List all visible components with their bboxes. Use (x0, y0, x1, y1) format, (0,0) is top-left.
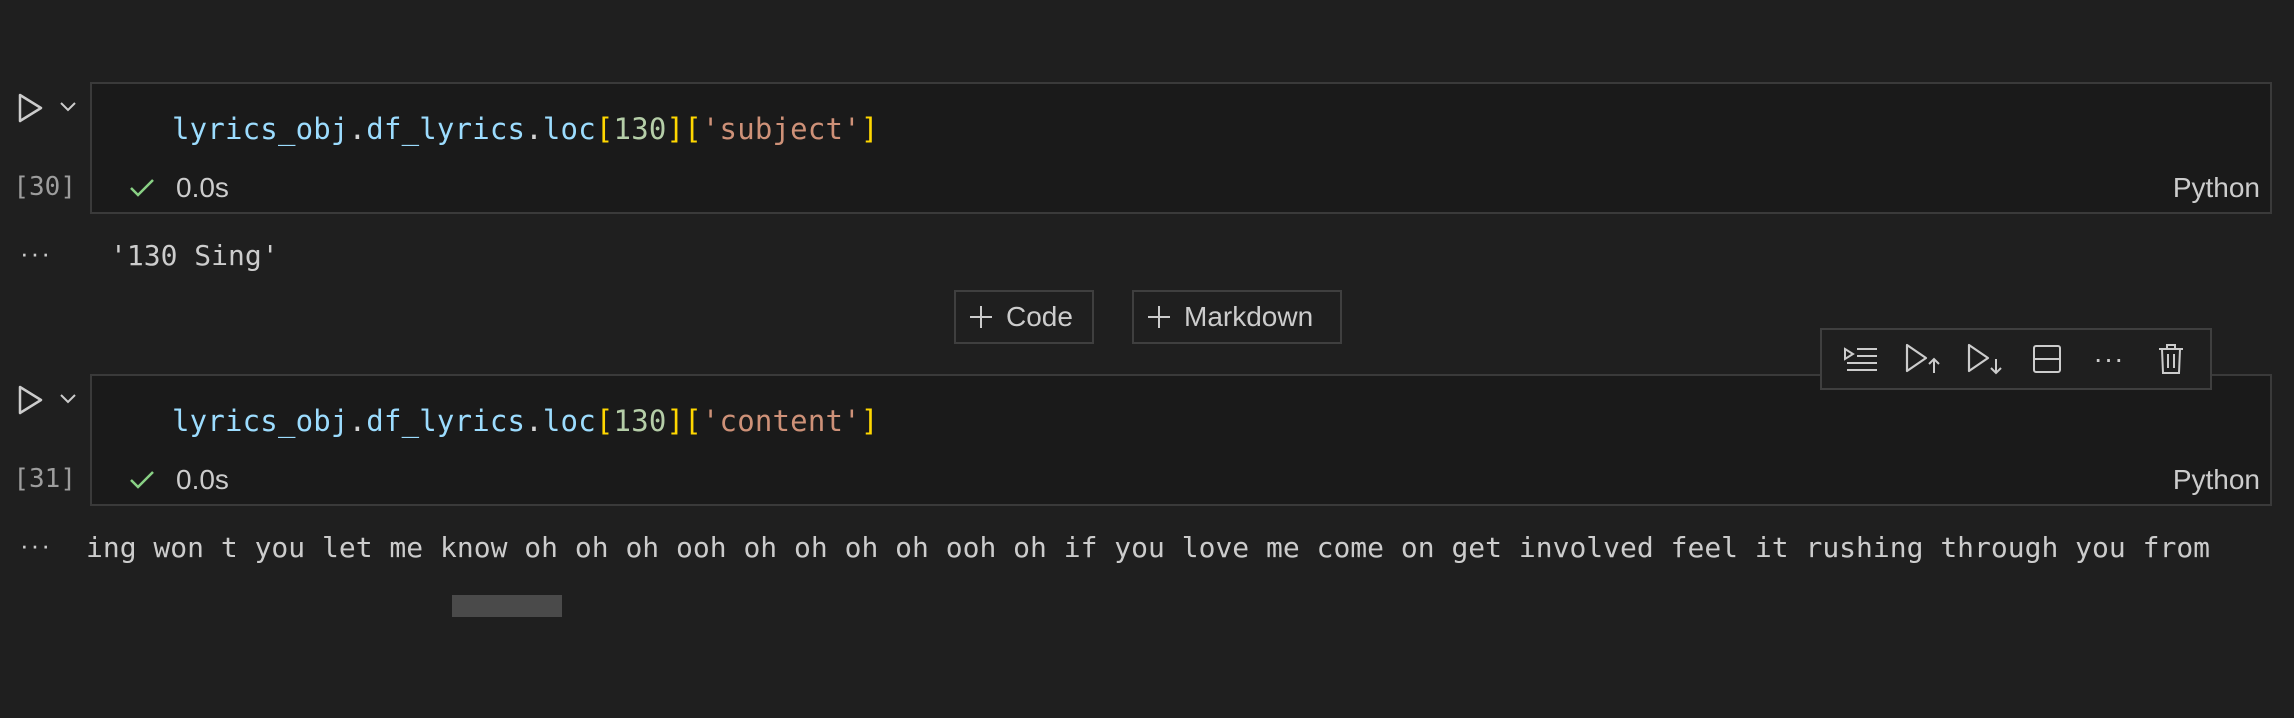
execution-status: 0.0s (128, 464, 229, 496)
language-label[interactable]: Python (2173, 172, 2260, 204)
add-code-label: Code (1006, 301, 1073, 332)
execution-duration: 0.0s (176, 464, 229, 495)
notebook-editor: [30] lyrics_obj.df_lyrics.loc[130]['subj… (0, 0, 2294, 718)
run-options-chevron[interactable] (56, 387, 80, 411)
code-token: loc (542, 404, 596, 438)
execution-status: 0.0s (128, 172, 229, 204)
code-token: lyrics_obj (172, 112, 349, 146)
output-menu-ellipsis[interactable]: ··· (20, 238, 52, 269)
code-token: df_lyrics (366, 404, 526, 438)
code-token: . (525, 112, 543, 146)
plus-icon (1148, 306, 1170, 328)
execution-count: [31] (13, 464, 76, 494)
cell-output: ing won t you let me know oh oh oh ooh o… (86, 531, 2211, 564)
output-horizontal-scrollbar[interactable] (452, 595, 562, 617)
code-token: [ (595, 404, 614, 438)
language-label[interactable]: Python (2173, 464, 2260, 496)
code-token: loc (542, 112, 596, 146)
code-token: . (525, 404, 543, 438)
code-cell[interactable]: lyrics_obj.df_lyrics.loc[130]['subject']… (90, 82, 2272, 214)
code-token: ] (860, 112, 879, 146)
add-code-cell-button[interactable]: Code (954, 290, 1094, 344)
code-token: [ (684, 404, 702, 438)
split-cell-icon (2033, 345, 2061, 373)
split-cell-button[interactable] (2025, 337, 2069, 381)
code-editor[interactable]: lyrics_obj.df_lyrics.loc[130]['content'] (172, 404, 878, 438)
add-markdown-label: Markdown (1184, 301, 1314, 332)
chevron-down-icon (60, 394, 76, 404)
execution-duration: 0.0s (176, 172, 229, 203)
code-cell[interactable]: lyrics_obj.df_lyrics.loc[130]['content']… (90, 374, 2272, 506)
play-icon (18, 385, 43, 415)
code-token: [ (595, 112, 614, 146)
code-token: . (348, 404, 367, 438)
code-token: 130 (613, 404, 667, 438)
more-actions-button[interactable]: ··· (2087, 337, 2131, 381)
execution-count: [30] (13, 172, 76, 202)
run-by-line-icon (1844, 347, 1877, 371)
check-icon (130, 179, 154, 197)
cell-output: '130 Sing' (110, 239, 279, 272)
add-markdown-cell-button[interactable]: Markdown (1132, 290, 1342, 344)
code-token: 'content' (701, 404, 861, 438)
code-token: ] (666, 112, 685, 146)
code-token: ] (666, 404, 685, 438)
delete-cell-button[interactable] (2149, 337, 2193, 381)
code-token: . (348, 112, 367, 146)
run-by-line-button[interactable] (1839, 337, 1883, 381)
delete-icon (2159, 344, 2183, 374)
code-token: lyrics_obj (172, 404, 349, 438)
check-icon (130, 471, 154, 489)
code-token: df_lyrics (366, 112, 526, 146)
code-editor[interactable]: lyrics_obj.df_lyrics.loc[130]['subject'] (172, 112, 878, 146)
run-cell-button[interactable] (12, 90, 48, 126)
more-icon: ··· (2093, 343, 2125, 374)
play-icon (18, 93, 43, 123)
code-token: 130 (613, 112, 667, 146)
cell-toolbar: ··· (1820, 328, 2212, 390)
chevron-down-icon (60, 102, 76, 112)
execute-above-icon (1905, 343, 1940, 373)
execute-below-button[interactable] (1963, 337, 2007, 381)
execute-above-button[interactable] (1901, 337, 1945, 381)
plus-icon (970, 306, 992, 328)
run-cell-button[interactable] (12, 382, 48, 418)
run-options-chevron[interactable] (56, 95, 80, 119)
execute-below-icon (1967, 343, 2002, 375)
code-token: 'subject' (701, 112, 861, 146)
output-menu-ellipsis[interactable]: ··· (20, 530, 52, 561)
code-token: [ (684, 112, 702, 146)
code-token: ] (860, 404, 879, 438)
